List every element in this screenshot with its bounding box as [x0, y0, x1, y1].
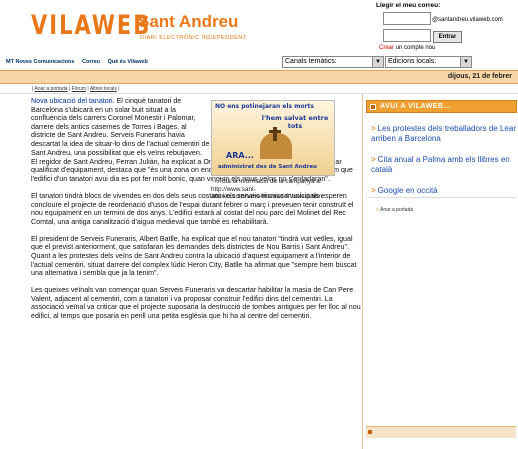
arrow-right-icon: >	[376, 207, 379, 213]
sidebar-news-text[interactable]: Les protestes dels treballadors de Lear …	[371, 124, 516, 143]
header: VILAWEB Sant Andreu DIARI ELECTRÒNIC IND…	[0, 0, 518, 68]
sidebar-news-text[interactable]: Google en occità	[378, 186, 438, 195]
current-date: dijous, 21 de febrer	[447, 73, 512, 80]
channels-select-value: Canals temàtics:	[285, 58, 337, 65]
cross-icon	[269, 130, 281, 133]
article-paragraph: Quant a les protestes dels veïns de Sant…	[31, 252, 357, 278]
square-icon	[370, 104, 376, 110]
campaign-line-1: NO ens potinejaran els morts	[215, 103, 314, 110]
arrow-right-icon: >	[371, 186, 376, 195]
breadcrumb-forum[interactable]: Fòrum	[72, 86, 86, 92]
back-to-home-link[interactable]: > Anar a portada	[376, 207, 413, 213]
tool-link-correu[interactable]: Correu	[82, 59, 100, 65]
sidebar-news-item[interactable]: > Google en occità	[371, 186, 516, 196]
campaign-line-3: ARA...	[226, 151, 254, 160]
mail-user-input[interactable]	[383, 12, 431, 25]
breadcrumb-home[interactable]: Anar a portada	[34, 86, 67, 92]
sidebar-bottom-box	[366, 426, 516, 438]
figure-caption[interactable]: → Tota la informació de la campanya a: h…	[211, 178, 336, 201]
sidebar-news-list: > Les protestes dels treballadors de Lear…	[371, 124, 516, 207]
create-account-link[interactable]: Crear	[379, 45, 394, 51]
mail-domain: @santandreu.vilaweb.com	[432, 17, 503, 23]
date-bar: dijous, 21 de febrer	[0, 70, 518, 84]
campaign-figure: NO ens potinejaran els morts l'hem salva…	[211, 100, 336, 201]
site-name[interactable]: Sant Andreu	[138, 12, 238, 32]
tool-link-noves-comunicacions[interactable]: MT Noves Comunicacions	[6, 59, 74, 65]
campaign-image[interactable]: NO ens potinejaran els morts l'hem salva…	[211, 100, 335, 176]
campaign-line-2: l'hem salvat entre tots	[261, 114, 329, 130]
mail-password-input[interactable]	[383, 29, 431, 42]
back-to-home-text[interactable]: Anar a portada	[380, 207, 413, 213]
mail-login-title: Llegir el meu correu:	[376, 2, 441, 9]
arrow-right-icon: >	[371, 124, 376, 133]
article-paragraph: Nova ubicació del tanatori. El cinquè ta…	[31, 97, 211, 157]
vilaweb-logo[interactable]: VILAWEB	[31, 10, 151, 40]
article-paragraph: El president de Serveis Funeraris, Alber…	[31, 234, 353, 252]
sidebar-header: AVUI A VILAWEB...	[366, 100, 517, 113]
sidebar-title: AVUI A VILAWEB...	[380, 103, 451, 110]
tagline: DIARI ELECTRÒNIC INDEPENDENT	[140, 35, 247, 41]
editions-select[interactable]: Edicions locals: ▼	[385, 56, 472, 68]
editions-select-value: Edicions locals:	[388, 58, 437, 65]
divider	[366, 197, 516, 198]
mail-enter-button[interactable]: Entrar	[433, 31, 462, 43]
tools-nav: MT Noves Comunicacions Correu Què és Vil…	[6, 59, 154, 65]
campaign-line-4: administrat des de Sant Andreu	[218, 164, 317, 170]
article-text: El cinquè tanatori de Barcelona s'ubicar…	[31, 97, 210, 157]
create-account-text: un compte nou	[395, 45, 436, 51]
create-account: Crear un compte nou	[379, 45, 435, 51]
channels-select[interactable]: Canals temàtics: ▼	[282, 56, 384, 68]
article-title: Nova ubicació del tanatori.	[31, 97, 115, 105]
sidebar-news-item[interactable]: > Les protestes dels treballadors de Lear…	[371, 124, 516, 144]
article-paragraph: Les queixes veïnals van començar quan Se…	[31, 286, 361, 321]
chevron-down-icon[interactable]: ▼	[372, 57, 383, 67]
arrow-right-icon: >	[371, 155, 376, 164]
sidebar: AVUI A VILAWEB... > Les protestes dels tr…	[362, 94, 518, 449]
square-icon	[368, 430, 372, 434]
sidebar-news-item[interactable]: > Cita anual a Palma amb els llibres en c…	[371, 155, 516, 175]
chevron-down-icon[interactable]: ▼	[460, 57, 471, 67]
tool-link-que-es-vilaweb[interactable]: Què és Vilaweb	[108, 59, 148, 65]
breadcrumb-other-locals[interactable]: Altres locals	[90, 86, 117, 92]
sidebar-news-text[interactable]: Cita anual a Palma amb els llibres en ca…	[371, 155, 510, 174]
